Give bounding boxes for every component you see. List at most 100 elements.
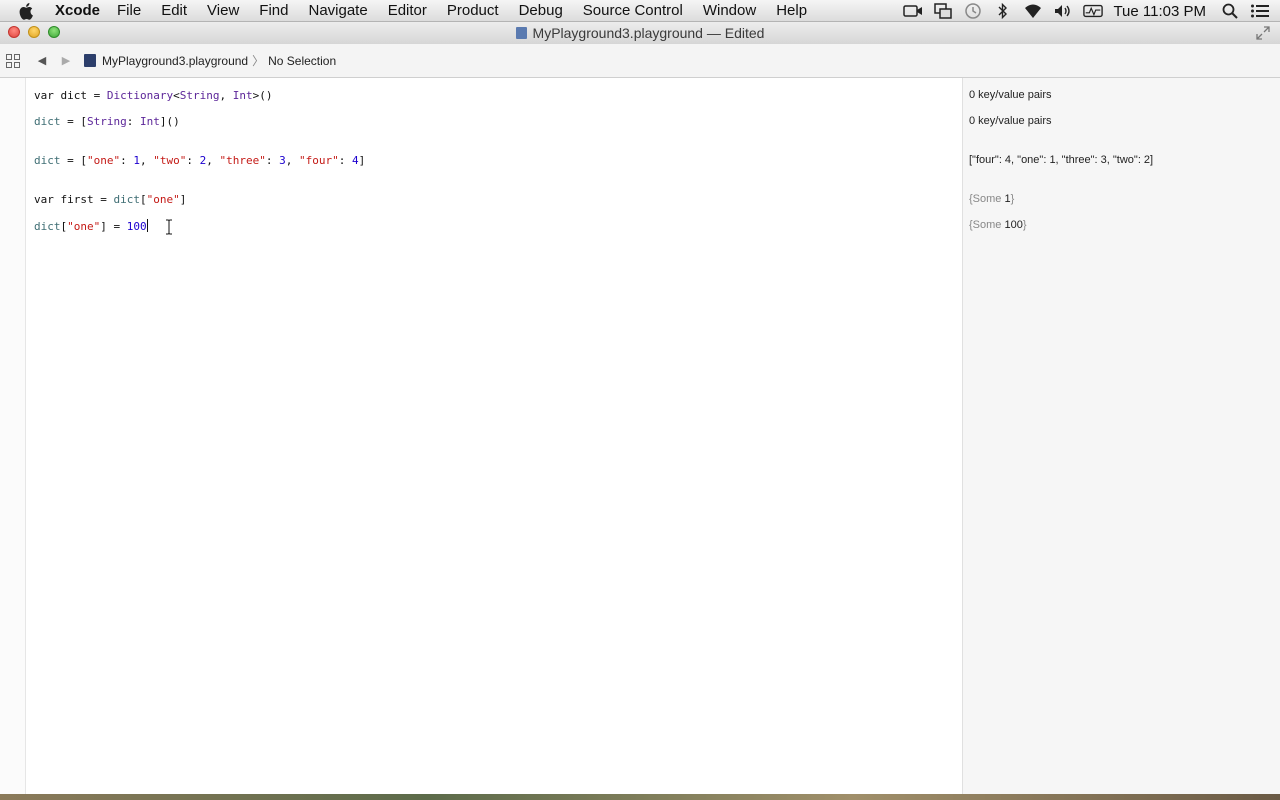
code-string: "one" — [87, 154, 121, 167]
menu-source-control[interactable]: Source Control — [583, 0, 683, 22]
code-string: "three" — [219, 154, 266, 167]
code-punctuation: [ — [139, 193, 147, 206]
breadcrumb-file[interactable]: MyPlayground3.playground — [102, 54, 248, 68]
menu-view[interactable]: View — [207, 0, 239, 22]
ibeam-cursor-icon — [165, 219, 173, 235]
keyword-var: var — [34, 193, 54, 206]
code-line-5[interactable]: dict["one"] = 100 — [34, 219, 148, 233]
menu-file[interactable]: File — [117, 0, 141, 22]
notification-center-icon[interactable] — [1250, 3, 1270, 19]
code-punctuation: ] = — [100, 220, 127, 233]
code-punctuation: : — [265, 154, 280, 167]
code-type: Dictionary — [106, 89, 174, 102]
result-optional-prefix: {Some — [969, 219, 1005, 231]
forward-arrow-icon[interactable]: ▶ — [58, 54, 74, 68]
code-line-2[interactable]: dict = [String: Int]() — [34, 115, 180, 128]
menu-debug[interactable]: Debug — [519, 0, 563, 22]
facetime-camera-icon[interactable] — [903, 3, 923, 19]
code-punctuation: ] — [358, 154, 366, 167]
result-line-4[interactable]: {Some 1} — [969, 193, 1014, 205]
status-menus: Tue 11:03 PM — [903, 0, 1280, 22]
code-variable-ref: dict — [34, 115, 61, 128]
code-punctuation: : — [120, 154, 134, 167]
menu-navigate[interactable]: Navigate — [308, 0, 367, 22]
window-title-bar[interactable]: MyPlayground3.playground — Edited — [0, 22, 1280, 44]
result-value: 100 — [1004, 219, 1023, 231]
menu-app-name[interactable]: Xcode — [55, 0, 100, 22]
window-controls — [8, 26, 60, 38]
code-string: "two" — [153, 154, 187, 167]
mirroring-icon[interactable] — [933, 3, 953, 19]
related-items-icon[interactable] — [6, 53, 20, 68]
playground-document-icon[interactable] — [515, 27, 527, 39]
fullscreen-icon[interactable] — [1256, 26, 1270, 40]
code-punctuation: ] — [179, 193, 187, 206]
result-optional-suffix: } — [1010, 193, 1015, 205]
code-string: "four" — [298, 154, 339, 167]
code-string: "one" — [146, 193, 180, 206]
code-type: String — [87, 115, 127, 128]
activity-icon[interactable] — [1083, 3, 1104, 19]
zoom-window-button[interactable] — [48, 26, 60, 38]
menu-bar: Xcode File Edit View Find Navigate Edito… — [0, 0, 1280, 22]
code-number: 3 — [279, 154, 286, 167]
jump-bar: ◀ ▶ MyPlayground3.playground 〉 No Select… — [0, 44, 1280, 78]
code-number: 100 — [126, 220, 147, 233]
bluetooth-icon[interactable] — [993, 3, 1013, 19]
breadcrumb-selection[interactable]: No Selection — [268, 54, 336, 68]
result-line-3[interactable]: ["four": 4, "one": 1, "three": 3, "two":… — [969, 154, 1153, 166]
code-punctuation: : — [338, 154, 352, 167]
code-line-4[interactable]: var first = dict["one"] — [34, 193, 186, 206]
code-type: Int — [140, 115, 160, 128]
result-line-5[interactable]: {Some 100} — [969, 219, 1027, 231]
code-string: "one" — [67, 220, 101, 233]
code-type: Int — [232, 89, 253, 102]
editor-gutter[interactable] — [0, 78, 26, 800]
back-arrow-icon[interactable]: ◀ — [34, 54, 50, 68]
code-variable-ref: dict — [34, 154, 61, 167]
window-title-text: MyPlayground3.playground — Edited — [532, 25, 765, 41]
code-variable-ref: dict — [113, 193, 140, 206]
close-window-button[interactable] — [8, 26, 20, 38]
menu-product[interactable]: Product — [447, 0, 499, 22]
code-number: 1 — [133, 154, 140, 167]
code-punctuation: ]() — [159, 115, 180, 128]
volume-icon[interactable] — [1053, 3, 1073, 19]
wifi-icon[interactable] — [1023, 3, 1043, 19]
apple-menu-icon[interactable] — [19, 2, 35, 20]
minimize-window-button[interactable] — [28, 26, 40, 38]
breadcrumb-chevron-icon: 〉 — [252, 54, 265, 68]
code-punctuation: = [ — [60, 115, 87, 128]
source-editor[interactable]: var dict = Dictionary<String, Int>() dic… — [0, 78, 962, 800]
menu-editor[interactable]: Editor — [388, 0, 427, 22]
result-optional-suffix: } — [1022, 219, 1027, 231]
code-punctuation: , — [285, 154, 299, 167]
result-line-1[interactable]: 0 key/value pairs — [969, 89, 1052, 101]
code-punctuation: = [ — [60, 154, 87, 167]
result-line-2[interactable]: 0 key/value pairs — [969, 115, 1052, 127]
code-punctuation: , — [206, 154, 220, 167]
code-punctuation: , — [219, 89, 233, 102]
time-machine-icon[interactable] — [963, 3, 983, 19]
code-identifier: first = — [53, 193, 114, 206]
code-punctuation: >() — [252, 89, 273, 102]
menu-find[interactable]: Find — [259, 0, 288, 22]
results-sidebar: 0 key/value pairs 0 key/value pairs ["fo… — [962, 78, 1280, 800]
keyword-var: var — [34, 89, 54, 102]
code-punctuation: < — [173, 89, 180, 102]
spotlight-icon[interactable] — [1220, 3, 1240, 19]
code-punctuation: , — [140, 154, 154, 167]
code-line-1[interactable]: var dict = Dictionary<String, Int>() — [34, 89, 272, 102]
result-optional-prefix: {Some — [969, 193, 1005, 205]
window-title: MyPlayground3.playground — Edited — [515, 25, 765, 41]
menu-clock[interactable]: Tue 11:03 PM — [1113, 3, 1206, 20]
code-punctuation: : — [126, 115, 140, 128]
code-identifier: dict = — [53, 89, 107, 102]
menu-window[interactable]: Window — [703, 0, 756, 22]
menu-help[interactable]: Help — [776, 0, 807, 22]
code-type: String — [179, 89, 220, 102]
text-caret — [146, 219, 148, 232]
playground-file-icon — [84, 54, 96, 67]
menu-edit[interactable]: Edit — [161, 0, 187, 22]
code-line-3[interactable]: dict = ["one": 1, "two": 2, "three": 3, … — [34, 154, 365, 167]
